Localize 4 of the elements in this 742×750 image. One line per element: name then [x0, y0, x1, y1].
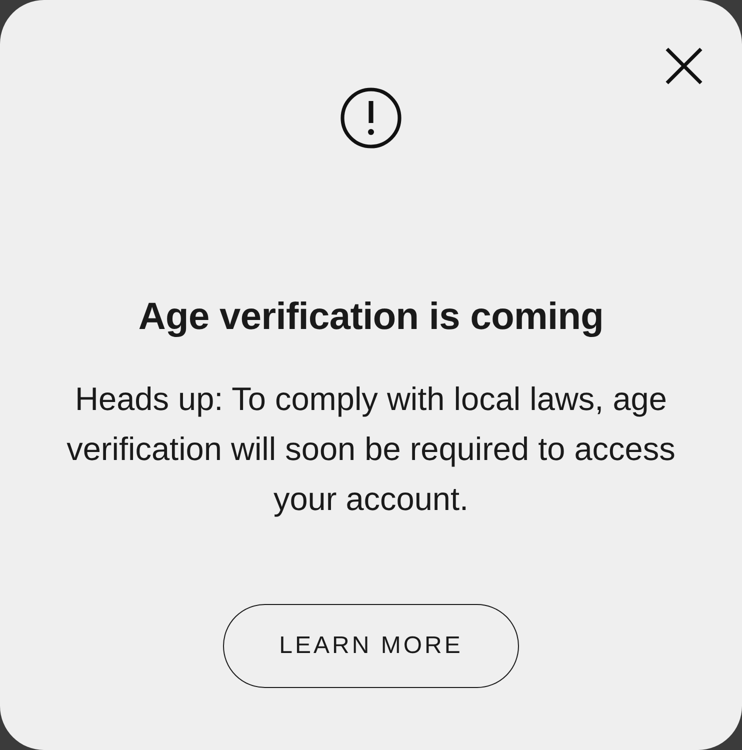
warning-icon: [340, 87, 402, 149]
learn-more-button[interactable]: LEARN MORE: [223, 604, 519, 688]
dialog-message: Heads up: To comply with local laws, age verification will soon be required to access your account.: [66, 380, 676, 519]
dialog-title: Age verification is coming: [138, 295, 604, 340]
